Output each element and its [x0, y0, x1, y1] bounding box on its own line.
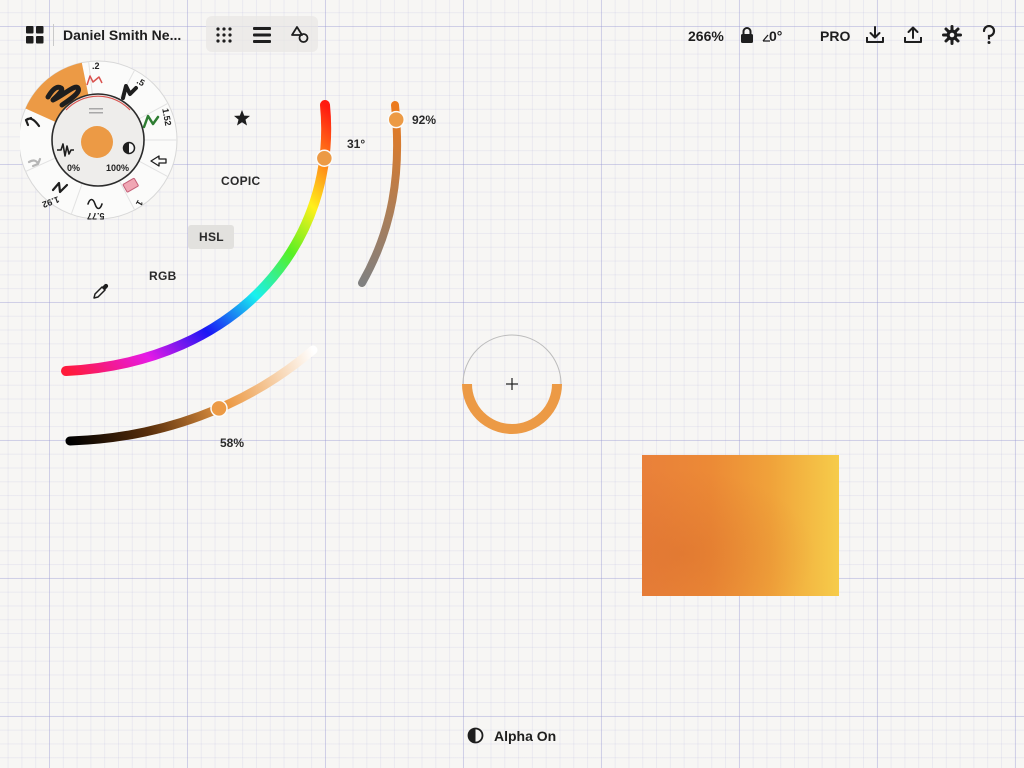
lightness-slider-thumb[interactable] — [210, 399, 228, 418]
alpha-icon[interactable] — [467, 727, 484, 744]
saturation-value: 92% — [412, 113, 437, 127]
lightness-value: 58% — [220, 436, 245, 450]
puck-color-arc — [462, 384, 562, 434]
hue-value: 31° — [347, 137, 366, 151]
canvas-rotation-puck[interactable] — [458, 330, 566, 438]
painted-swatch[interactable] — [642, 455, 839, 596]
crosshair-icon — [506, 378, 518, 390]
alpha-toggle-label[interactable]: Alpha On — [494, 728, 556, 744]
saturation-slider-thumb[interactable] — [387, 110, 405, 129]
hue-slider-thumb[interactable] — [315, 149, 334, 167]
